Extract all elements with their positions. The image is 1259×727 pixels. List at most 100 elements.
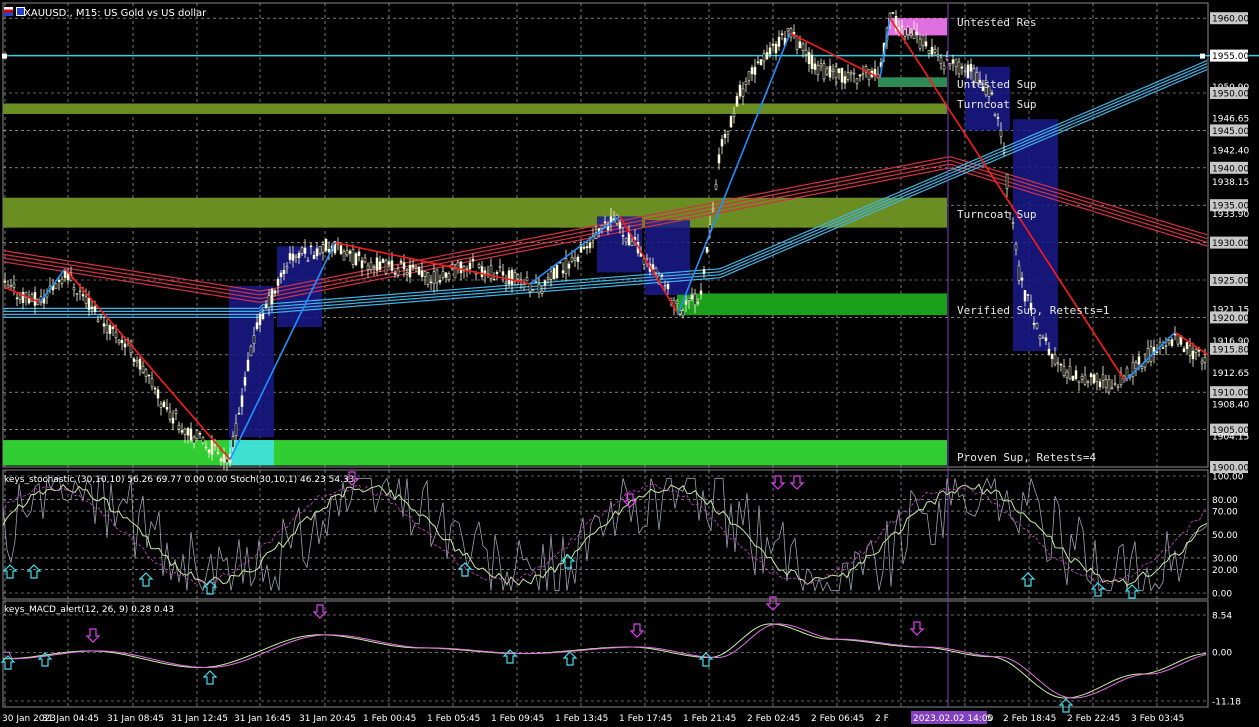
candle-body bbox=[1194, 348, 1198, 353]
candle-body bbox=[822, 63, 826, 80]
candle-body bbox=[282, 269, 286, 275]
candle-body bbox=[966, 64, 970, 79]
candle-body bbox=[753, 66, 757, 75]
candle-body bbox=[1023, 290, 1027, 302]
candle-body bbox=[813, 63, 817, 70]
candle-body bbox=[33, 292, 37, 306]
candle-body bbox=[411, 264, 415, 268]
candle-body bbox=[21, 292, 25, 303]
candle-body bbox=[255, 322, 259, 330]
candle-body bbox=[768, 47, 772, 55]
candle-body bbox=[285, 266, 289, 269]
candle-body bbox=[705, 246, 709, 253]
candle-body bbox=[675, 300, 679, 304]
zone-label-verified-sup: Verified Sup, Retests=1 bbox=[957, 304, 1110, 317]
stoch-axis-label: 20.00 bbox=[1212, 566, 1238, 576]
candle-body bbox=[693, 293, 697, 306]
candle-body bbox=[396, 268, 400, 276]
candle-body bbox=[213, 444, 217, 447]
time-axis-label: 2 Feb 22:45 bbox=[1067, 714, 1120, 724]
candle-body bbox=[762, 53, 766, 62]
candle-body bbox=[381, 259, 385, 263]
candle-body bbox=[369, 262, 373, 270]
candle-body bbox=[432, 271, 436, 284]
candle-body bbox=[390, 260, 394, 271]
candle-body bbox=[840, 67, 844, 83]
stoch-axis-label: 100.00 bbox=[1212, 473, 1244, 483]
chart-canvas[interactable]: 1960.001955.001950.901950.001946.651945.… bbox=[0, 0, 1259, 727]
candle-body bbox=[744, 81, 748, 85]
price-axis-label: 1933.90 bbox=[1212, 210, 1249, 220]
candle-body bbox=[168, 411, 172, 420]
candle-body bbox=[525, 277, 529, 282]
price-axis-label: 1942.40 bbox=[1212, 146, 1249, 156]
candle-body bbox=[810, 54, 814, 69]
candle-body bbox=[861, 73, 865, 76]
candle-body bbox=[603, 221, 607, 224]
candle-body bbox=[318, 246, 322, 254]
candle-body bbox=[1164, 345, 1168, 347]
time-axis-label: 1 Feb 17:45 bbox=[619, 714, 672, 724]
time-axis-label: 2 Feb 02:45 bbox=[747, 714, 800, 724]
zone-label-turncoat-sup-2: Turncoat Sup bbox=[957, 208, 1037, 221]
candle-body bbox=[534, 281, 538, 283]
price-axis-label: 1945.00 bbox=[1212, 127, 1249, 137]
candle-body bbox=[63, 271, 67, 278]
candle-body bbox=[1095, 373, 1099, 382]
candle-body bbox=[210, 440, 214, 455]
candle-body bbox=[687, 297, 691, 301]
candle-body bbox=[438, 280, 442, 283]
candle-body bbox=[930, 46, 934, 55]
candle-body bbox=[183, 428, 187, 435]
candle-body bbox=[1200, 360, 1204, 364]
candle-body bbox=[507, 270, 511, 285]
candle-body bbox=[162, 401, 166, 407]
candle-body bbox=[1092, 374, 1096, 384]
candle-body bbox=[1089, 373, 1093, 378]
time-axis-label: 2 Feb 06:45 bbox=[811, 714, 864, 724]
candle-body bbox=[84, 296, 88, 304]
candle-body bbox=[1047, 348, 1051, 355]
candle-body bbox=[1038, 335, 1042, 339]
time-axis-label: 1 Feb 05:45 bbox=[427, 714, 480, 724]
candle-body bbox=[111, 326, 115, 329]
candle-body bbox=[195, 430, 199, 439]
candle-body bbox=[1155, 351, 1159, 353]
candle-body bbox=[102, 323, 106, 327]
candle-body bbox=[291, 253, 295, 261]
candle-body bbox=[174, 410, 178, 414]
candle-body bbox=[663, 285, 667, 288]
candle-body bbox=[186, 428, 190, 436]
candle-body bbox=[954, 58, 958, 68]
candle-body bbox=[504, 281, 508, 285]
candle-body bbox=[1086, 381, 1090, 383]
candle-body bbox=[1050, 354, 1054, 360]
time-axis-label: 31 Jan 16:45 bbox=[234, 714, 291, 724]
candle-body bbox=[540, 290, 544, 294]
candle-body bbox=[771, 43, 775, 46]
candle-body bbox=[351, 249, 355, 265]
candle-body bbox=[252, 335, 256, 344]
zone-verified-sup bbox=[677, 293, 947, 316]
candle-body bbox=[1173, 333, 1177, 336]
order-box-3 bbox=[645, 220, 690, 295]
candle-body bbox=[249, 345, 253, 356]
candle-body bbox=[57, 280, 61, 283]
candle-body bbox=[720, 139, 724, 147]
candle-body bbox=[348, 250, 352, 254]
candle-body bbox=[1011, 222, 1015, 224]
candle-body bbox=[1071, 375, 1075, 381]
candle-body bbox=[384, 259, 388, 274]
candle-body bbox=[936, 54, 940, 57]
candle-body bbox=[87, 297, 91, 310]
price-axis-label: 1912.65 bbox=[1212, 369, 1249, 379]
candle-body bbox=[1116, 385, 1120, 388]
candle-body bbox=[501, 271, 505, 276]
candle-body bbox=[402, 262, 406, 270]
zone-label-turncoat-sup-1: Turncoat Sup bbox=[957, 98, 1037, 111]
price-axis-label: 1960.00 bbox=[1212, 15, 1249, 25]
candle-body bbox=[423, 271, 427, 277]
zone-label-proven-sup: Proven Sup, Retests=4 bbox=[957, 451, 1097, 464]
candle-body bbox=[741, 88, 745, 97]
stoch-indicator-label: keys_stochastic (30,10,10) 56.26 69.77 0… bbox=[4, 475, 355, 485]
